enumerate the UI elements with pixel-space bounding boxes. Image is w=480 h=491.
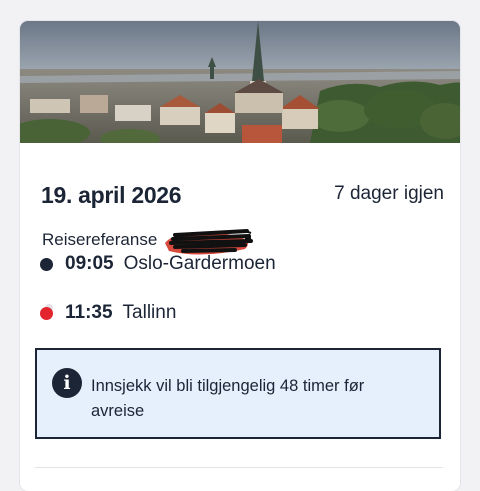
divider	[35, 467, 443, 468]
booking-reference-label: Reisereferanse	[42, 230, 158, 249]
departure-date: 19. april 2026	[41, 182, 182, 208]
info-icon: i	[52, 368, 82, 398]
check-in-notice: i Innsjekk vil bli tilgjengelig 48 timer…	[35, 348, 441, 439]
days-remaining: 7 dager igjen	[334, 183, 444, 204]
departure-leg: 09:05 Oslo-Gardermoen	[40, 253, 276, 275]
arrival-time: 11:35	[65, 302, 113, 323]
departure-airport: Oslo-Gardermoen	[123, 253, 276, 274]
arrival-dot-icon	[40, 306, 53, 320]
departure-dot-icon	[40, 257, 53, 271]
departure-time: 09:05	[65, 253, 114, 274]
arrival-airport: Tallinn	[122, 302, 177, 323]
trip-card[interactable]: 19. april 2026 7 dager igjen Reiserefera…	[20, 21, 460, 491]
check-in-notice-text: Innsjekk vil bli tilgjengelig 48 timer f…	[91, 377, 365, 420]
arrival-leg: 11:35 Tallinn	[40, 302, 176, 324]
destination-photo	[20, 21, 460, 143]
